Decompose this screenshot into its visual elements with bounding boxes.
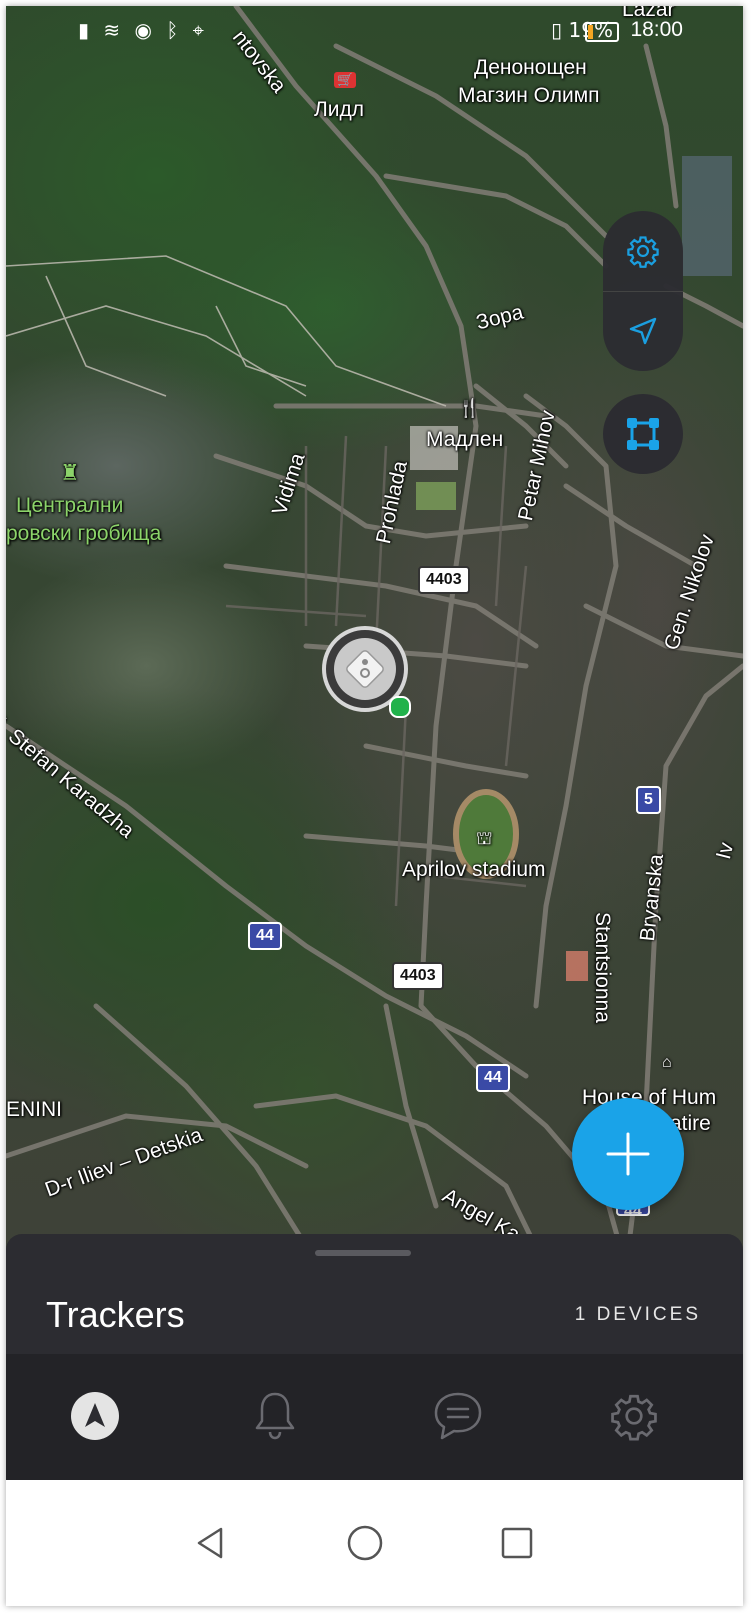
map-label-madlen: Мадлен: [426, 428, 504, 451]
bottom-tab-bar: [6, 1354, 743, 1480]
satellite-map[interactable]: ▮ ≋ ◉ ᛒ ⌖ ▯ 19% 18:00 ntovska Lazar 🛒 Ли…: [6, 6, 743, 1268]
back-triangle-icon: [197, 1527, 223, 1559]
shopping-cart-icon: 🛒: [334, 72, 357, 88]
status-icons-left: ▮ ≋ ◉ ᛒ ⌖: [78, 18, 208, 42]
bluetooth-icon: ᛒ: [166, 18, 183, 42]
add-tracker-button[interactable]: [572, 1098, 684, 1210]
map-label-lidl: Лидл: [314, 98, 365, 121]
chat-icon: [434, 1392, 482, 1440]
battery-icon: [585, 22, 619, 42]
recents-button[interactable]: [492, 1518, 542, 1568]
cemetery-icon: ♜: [60, 460, 80, 485]
map-label-aprilov-stadium: Aprilov stadium: [402, 858, 546, 881]
road-shield-44: 44: [476, 1064, 510, 1092]
wifi-icon: ≋: [103, 18, 125, 42]
eye-icon: ◉: [134, 18, 156, 42]
museum-icon: ⌂: [662, 1054, 672, 1071]
sheet-drag-handle[interactable]: [315, 1250, 411, 1256]
stadium-icon: ⛫: [476, 828, 493, 848]
back-button[interactable]: [186, 1518, 236, 1568]
device-count: 1 DEVICES: [574, 1304, 701, 1325]
map-label-stantsionna: Stantsionna: [591, 912, 614, 1023]
road-shield-4403: 4403: [418, 566, 470, 594]
gear-icon: [627, 236, 659, 268]
vibrate-icon: ▯: [551, 18, 563, 42]
recents-square-icon: [501, 1527, 533, 1559]
bell-icon: [255, 1392, 295, 1440]
home-button[interactable]: [340, 1518, 390, 1568]
tab-alerts[interactable]: [243, 1384, 307, 1448]
map-label-shop-1: Денонощен: [474, 56, 587, 79]
tracker-device-glyph: [346, 650, 384, 688]
tab-messages[interactable]: [426, 1384, 490, 1448]
battery-level: [588, 25, 593, 39]
plus-icon: [606, 1132, 650, 1176]
map-label-shop-2: Магзин Олимп: [458, 84, 600, 107]
fit-devices-icon: [627, 418, 659, 450]
map-label-lenini: ENINI: [6, 1098, 63, 1121]
trackers-sheet[interactable]: Trackers 1 DEVICES: [6, 1234, 743, 1354]
map-control-group: [603, 211, 683, 371]
tracker-device-icon: [334, 638, 396, 700]
system-nav-bar: [6, 1480, 743, 1606]
fit-devices-button[interactable]: [603, 394, 683, 474]
map-settings-button[interactable]: [603, 211, 683, 291]
home-circle-icon: [347, 1525, 383, 1561]
road-shield-44: 44: [248, 922, 282, 950]
locate-me-button[interactable]: [603, 291, 683, 371]
app-window: ▮ ≋ ◉ ᛒ ⌖ ▯ 19% 18:00 ntovska Lazar 🛒 Ли…: [6, 6, 743, 1606]
road-shield-5: 5: [636, 786, 661, 814]
road-shield-4403: 4403: [392, 962, 444, 990]
signal-icon: ▮: [78, 18, 94, 42]
tab-map[interactable]: [63, 1384, 127, 1448]
map-label-cemetery-2: ровски гробища: [6, 522, 162, 545]
settings-icon: [611, 1394, 657, 1441]
sheet-title: Trackers: [46, 1294, 185, 1335]
navigation-icon: [71, 1392, 119, 1440]
online-status-dot: [389, 696, 411, 718]
status-bar: ▮ ≋ ◉ ᛒ ⌖ ▯ 19% 18:00: [6, 18, 743, 50]
map-label-cemetery-1: Централни: [16, 494, 124, 517]
tab-settings[interactable]: [602, 1384, 666, 1448]
map-label-lazar: Lazar: [622, 6, 675, 21]
location-icon: ⌖: [192, 18, 208, 42]
navigation-arrow-icon: [629, 317, 657, 345]
restaurant-icon: 🍴: [458, 398, 481, 418]
